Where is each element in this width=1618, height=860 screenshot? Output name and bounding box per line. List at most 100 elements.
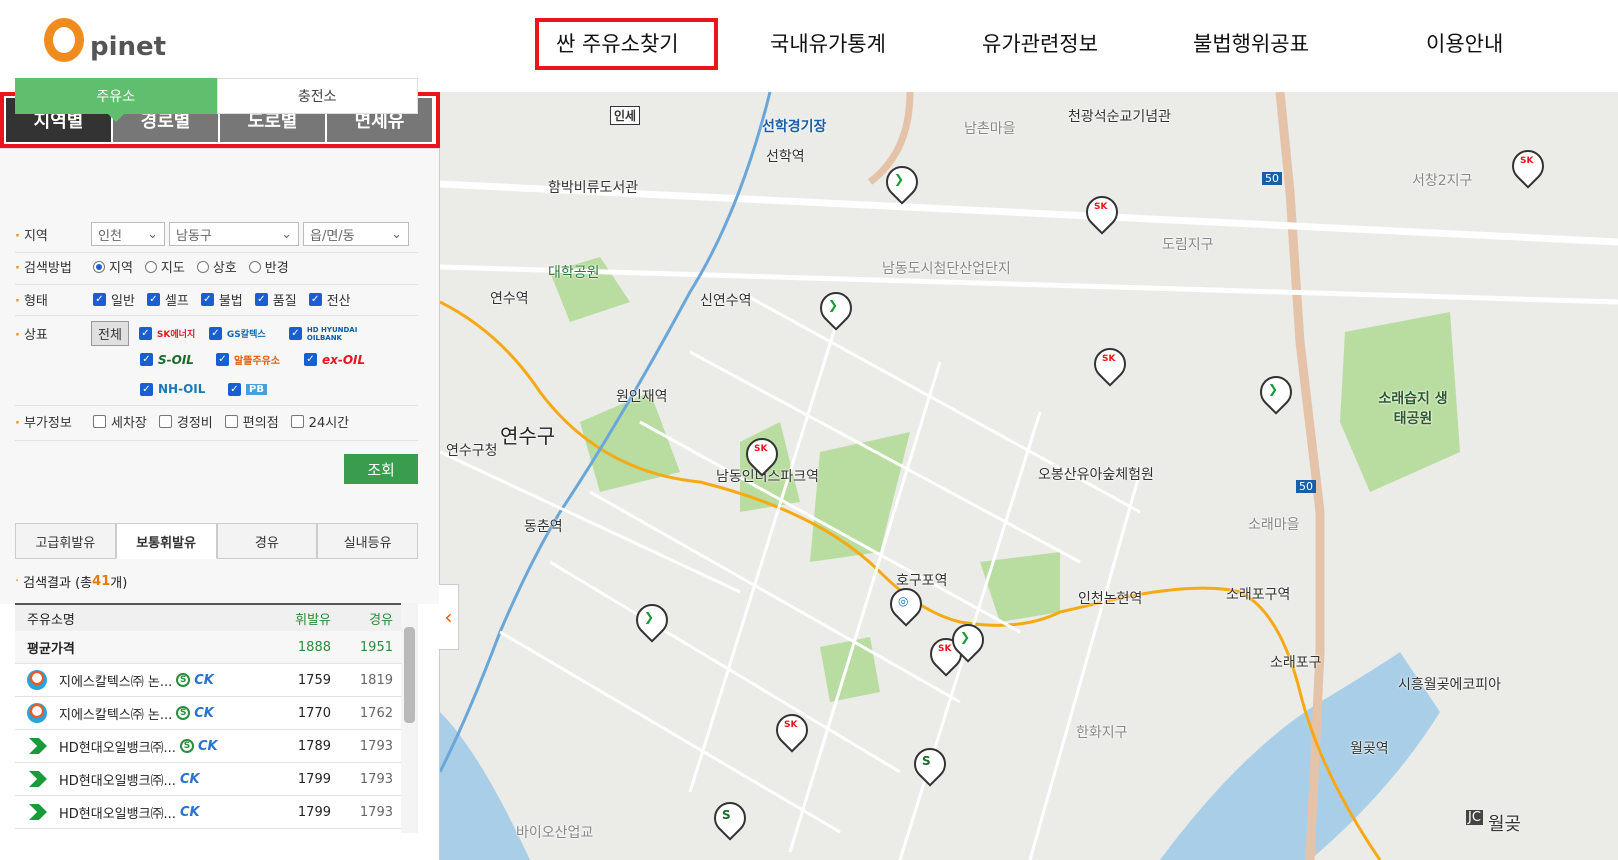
type-quality-checkbox[interactable]: ✓ 품질 <box>253 290 297 309</box>
map-label: 신연수역 <box>700 293 752 309</box>
radio-icon <box>93 260 105 273</box>
ex-oil-logo: ex-OIL <box>322 352 366 367</box>
station-name[interactable]: HD현대오일뱅크㈜... <box>59 737 176 756</box>
dong-select[interactable]: 읍/면/동 ⌄ <box>303 222 409 246</box>
station-marker[interactable]: ◎ <box>883 581 929 628</box>
station-marker[interactable]: ❯ <box>629 597 675 644</box>
brand-exoil-checkbox[interactable]: ✓ <box>304 353 317 366</box>
gasoline-price: 1789 <box>297 738 331 754</box>
s-oil-logo: S-OIL <box>158 352 194 367</box>
table-row[interactable]: 지에스칼텍스㈜ 논... S CK 1759 1819 <box>15 664 401 697</box>
brand-nhoil-checkbox[interactable]: ✓ <box>140 382 153 396</box>
s-oil-icon: S <box>922 754 931 768</box>
table-row[interactable]: HD현대오일뱅크㈜... S CK 1789 1793 <box>15 730 401 763</box>
scrollbar-thumb[interactable] <box>404 627 415 723</box>
brand-label: 상표 <box>15 324 91 343</box>
type-illegal-checkbox[interactable]: ✓ 불법 <box>199 290 243 309</box>
station-marker[interactable]: S <box>907 741 953 788</box>
computer-icon: CK <box>194 705 214 721</box>
sigungu-select[interactable]: 남동구 ⌄ <box>169 222 299 246</box>
extra-repair-checkbox[interactable]: ✓ 경정비 <box>157 412 213 431</box>
brand-pb-checkbox[interactable]: ✓ <box>228 382 241 396</box>
tab-diesel[interactable]: 경유 <box>216 523 318 559</box>
result-prefix: 검색결과 (총 <box>23 575 93 591</box>
bullet: · <box>15 573 20 589</box>
station-marker[interactable]: SK <box>739 431 785 478</box>
type-row: 형태 ✓ 일반 ✓ 셀프 ✓ 불법 ✓ 품질 ✓ 전산 <box>15 290 361 309</box>
station-marker[interactable]: SK <box>1079 189 1125 236</box>
self-icon: S <box>179 739 194 753</box>
search-button[interactable]: 조회 <box>344 454 418 484</box>
station-marker[interactable]: ❯ <box>1253 369 1299 416</box>
hd-oilbank-icon: ❯ <box>644 610 655 624</box>
extra-carwash-label: 세차장 <box>111 416 147 431</box>
table-row[interactable]: HD현대오일뱅크㈜... CK 1799 1793 <box>15 796 401 829</box>
station-marker[interactable]: SK <box>1087 341 1133 388</box>
map-label: 소래포구 <box>1270 655 1322 671</box>
check-icon: ✓ <box>308 293 322 306</box>
col-gasoline: 휘발유 <box>295 612 331 628</box>
brand-gs-checkbox[interactable]: ✓ <box>208 327 222 340</box>
result-count: 41 <box>92 573 111 589</box>
tab-regular-gasoline[interactable]: 보통휘발유 <box>115 523 217 559</box>
pb-logo: PB <box>246 383 267 395</box>
station-name[interactable]: 지에스칼텍스㈜ 논... <box>59 671 172 690</box>
tab-premium-gasoline[interactable]: 고급휘발유 <box>15 523 116 559</box>
extra-carwash-checkbox[interactable]: ✓ 세차장 <box>91 412 147 431</box>
tab-charging-station[interactable]: 충전소 <box>216 78 418 114</box>
nh-oil-logo: NH-OIL <box>158 382 206 396</box>
station-marker[interactable]: SK <box>1505 143 1551 190</box>
map-label: 대학공원 <box>548 265 600 281</box>
extra-24h-checkbox[interactable]: ✓ 24시간 <box>289 412 349 431</box>
collapse-panel-button[interactable]: ‹ <box>439 584 459 650</box>
nav-cheap-station[interactable]: 싼 주유소찾기 <box>556 28 679 58</box>
station-name[interactable]: HD현대오일뱅크㈜... <box>59 803 176 822</box>
method-name-radio[interactable]: 상호 <box>195 257 237 276</box>
table-row[interactable]: HD현대오일뱅크㈜... CK 1799 1793 <box>15 763 401 796</box>
map-label: 동춘역 <box>524 519 563 535</box>
method-radius-radio[interactable]: 반경 <box>247 257 289 276</box>
station-marker[interactable]: SK <box>769 707 815 754</box>
chevron-left-icon: ‹ <box>444 605 453 629</box>
station-name[interactable]: HD현대오일뱅크㈜... <box>59 770 176 789</box>
tab-gas-station[interactable]: 주유소 <box>15 78 217 114</box>
sido-select[interactable]: 인천 ⌄ <box>91 222 165 246</box>
logo-o-mark <box>44 18 84 62</box>
gasoline-price: 1759 <box>297 672 331 688</box>
map-label: 소래습지 생태공원 <box>1378 391 1448 427</box>
map-view[interactable]: 인세 선학경기장 선학역 함박비류도서관 남촌마을 천광석순교기념관 서창2지구… <box>440 92 1618 860</box>
brand-hd-checkbox[interactable]: ✓ <box>288 327 302 340</box>
nav-guide[interactable]: 이용안내 <box>1426 28 1503 58</box>
nav-price-info[interactable]: 유가관련정보 <box>982 28 1098 58</box>
station-marker[interactable]: ❯ <box>879 159 925 206</box>
brand-soil-checkbox[interactable]: ✓ <box>140 353 153 366</box>
computer-icon: CK <box>179 771 200 787</box>
station-name[interactable]: 지에스칼텍스㈜ 논... <box>59 704 172 723</box>
type-self-checkbox[interactable]: ✓ 셀프 <box>145 290 189 309</box>
brand-all-button[interactable]: 전체 <box>91 321 129 346</box>
method-map-radio[interactable]: 지도 <box>143 257 185 276</box>
station-marker[interactable]: ❯ <box>945 617 991 664</box>
nav-illegal-notice[interactable]: 불법행위공표 <box>1193 28 1309 58</box>
map-label: 월곶역 <box>1350 741 1389 757</box>
extra-store-checkbox[interactable]: ✓ 편의점 <box>223 412 279 431</box>
result-suffix: 개) <box>110 575 128 591</box>
station-marker[interactable]: ❯ <box>813 285 859 332</box>
diesel-price: 1793 <box>359 804 393 820</box>
nav-domestic-stats[interactable]: 국내유가통계 <box>770 28 886 58</box>
brand-alddeul-checkbox[interactable]: ✓ <box>216 353 229 366</box>
type-normal-checkbox[interactable]: ✓ 일반 <box>91 290 135 309</box>
computer-icon: CK <box>179 804 200 820</box>
method-region-label: 지역 <box>109 261 133 276</box>
method-region-radio[interactable]: 지역 <box>91 257 133 276</box>
tab-kerosene[interactable]: 실내등유 <box>317 523 418 559</box>
hd-oilbank-icon: ❯ <box>960 630 971 644</box>
type-label: 형태 <box>15 290 91 309</box>
highway-shield: 50 <box>1262 172 1282 185</box>
station-marker[interactable]: S <box>707 795 753 842</box>
brand-sk-checkbox[interactable]: ✓ <box>138 327 152 340</box>
map-canvas <box>440 92 1618 860</box>
table-row[interactable]: 지에스칼텍스㈜ 논... S CK 1770 1762 <box>15 697 401 730</box>
gs-caltex-icon: ◎ <box>898 594 909 608</box>
type-computer-checkbox[interactable]: ✓ 전산 <box>307 290 351 309</box>
